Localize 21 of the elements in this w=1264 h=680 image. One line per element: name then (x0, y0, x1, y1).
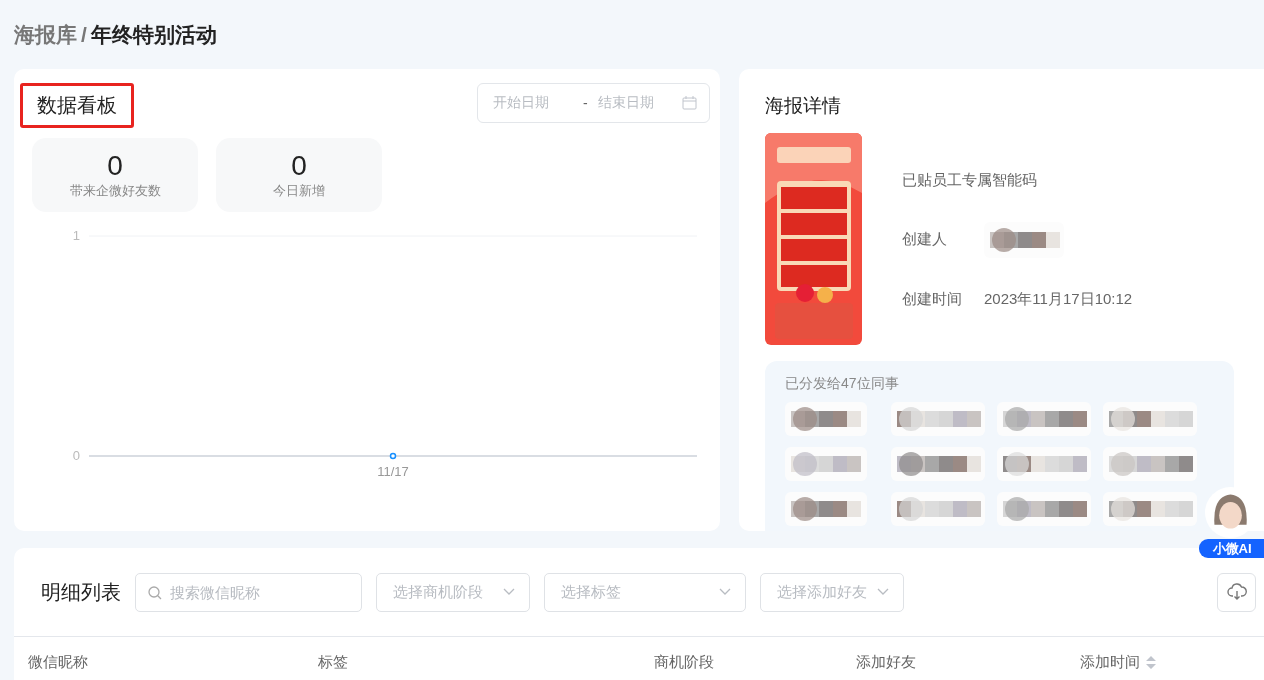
stat-value: 0 (291, 150, 307, 182)
column-header: 微信昵称 (28, 653, 88, 672)
axis-label: 1 (72, 228, 80, 243)
section-title: 数据看板 (20, 83, 134, 128)
axis-label: 0 (72, 448, 80, 463)
stat-label: 带来企微好友数 (69, 182, 161, 200)
info-label: 创建时间 (902, 290, 963, 309)
axis-label: 11/17 (377, 464, 409, 479)
page-title: 年终特别活动 (90, 21, 217, 48)
breadcrumb-separator: / (81, 22, 87, 47)
status-text: 已贴员工专属智能码 (902, 170, 1038, 190)
distribution-title: 已分发给47位同事 (785, 375, 900, 393)
info-value: 2023年11月17日10:12 (984, 290, 1133, 309)
section-title: 海报详情 (765, 94, 842, 118)
section-title: 明细列表 (41, 579, 121, 605)
stat-value: 0 (107, 150, 123, 182)
column-header: 商机阶段 (654, 653, 714, 672)
column-header: 标签 (318, 653, 348, 672)
stat-label: 今日新增 (273, 182, 325, 200)
info-label: 创建人 (902, 230, 948, 249)
column-header: 添加好友 (856, 653, 916, 672)
